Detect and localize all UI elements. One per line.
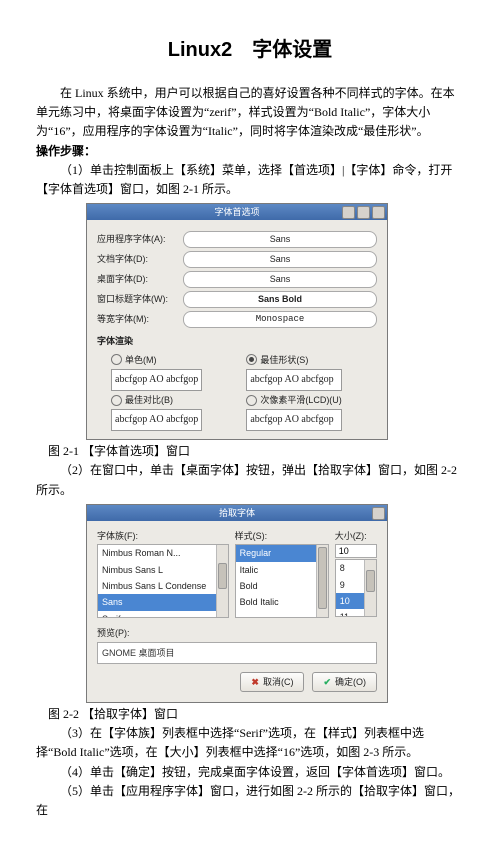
step-5: （5）单击【应用程序字体】窗口，进行如图 2-2 所示的【拾取字体】窗口，在 <box>36 782 464 820</box>
scrollbar[interactable] <box>216 545 228 617</box>
radio-monochrome-label: 单色(M) <box>125 353 157 367</box>
ok-button-label: 确定(O) <box>335 675 366 689</box>
step-2: （2）在窗口中，单击【桌面字体】按钮，弹出【拾取字体】窗口，如图 2-2 所示。 <box>36 461 464 499</box>
radio-subpixel-label: 次像素平滑(LCD)(U) <box>260 393 342 407</box>
step-3: （3）在【字体族】列表框中选择“Serif”选项，在【样式】列表框中选择“Bol… <box>36 724 464 762</box>
cancel-button[interactable]: ✖ 取消(C) <box>240 672 304 692</box>
app-font-label: 应用程序字体(A): <box>97 232 183 246</box>
doc-font-label: 文档字体(D): <box>97 252 183 266</box>
list-item[interactable]: Nimbus Sans L Condense <box>98 578 228 594</box>
window-title: 拾取字体 <box>219 508 255 518</box>
mono-font-label: 等宽字体(M): <box>97 312 183 326</box>
radio-subpixel[interactable]: 次像素平滑(LCD)(U) <box>246 393 342 407</box>
figure-2-2-caption: 图 2-2 【拾取字体】窗口 <box>36 705 464 724</box>
window-title: 字体首选项 <box>214 207 259 217</box>
list-item[interactable]: Regular <box>236 545 328 561</box>
window-titlebar: 拾取字体 <box>87 505 387 521</box>
sample-box: abcfgop AO abcfgop <box>246 369 342 391</box>
desktop-font-label: 桌面字体(D): <box>97 272 183 286</box>
family-listbox[interactable]: Nimbus Roman N... Nimbus Sans L Nimbus S… <box>97 544 229 618</box>
figure-2-1-caption: 图 2-1 【字体首选项】窗口 <box>36 442 464 461</box>
preview-label: 预览(P): <box>97 626 377 640</box>
window-title-font-label: 窗口标题字体(W): <box>97 292 183 306</box>
size-header: 大小(Z): <box>335 529 377 543</box>
radio-best-contrast[interactable]: 最佳对比(B) <box>111 393 202 407</box>
doc-font-button[interactable]: Sans <box>183 251 377 268</box>
radio-best-contrast-label: 最佳对比(B) <box>125 393 173 407</box>
preview-box: GNOME 桌面项目 <box>97 642 377 664</box>
cancel-icon: ✖ <box>251 675 259 689</box>
list-item[interactable]: Italic <box>236 562 328 578</box>
list-item[interactable]: Sans <box>98 594 228 610</box>
step-1: （1）单击控制面板上【系统】菜单，选择【首选项】|【字体】命令，打开【字体首选项… <box>36 161 464 199</box>
radio-best-shapes[interactable]: 最佳形状(S) <box>246 353 342 367</box>
close-icon[interactable] <box>372 507 385 520</box>
close-icon[interactable] <box>372 206 385 219</box>
minimize-icon[interactable] <box>342 206 355 219</box>
scrollbar[interactable] <box>364 560 376 616</box>
family-header: 字体族(F): <box>97 529 229 543</box>
sample-box: abcfgop AO abcfgop <box>111 409 202 431</box>
font-preferences-window: 字体首选项 应用程序字体(A): Sans 文档字体(D): Sans 桌面字体… <box>86 203 388 440</box>
pick-font-window: 拾取字体 字体族(F): Nimbus Roman N... Nimbus Sa… <box>86 504 388 703</box>
window-titlebar: 字体首选项 <box>87 204 387 220</box>
sample-box: abcfgop AO abcfgop <box>111 369 202 391</box>
list-item[interactable]: Bold Italic <box>236 594 328 610</box>
list-item[interactable]: Serif <box>98 611 228 618</box>
mono-font-button[interactable]: Monospace <box>183 311 377 328</box>
steps-header: 操作步骤： <box>36 142 464 161</box>
radio-monochrome[interactable]: 单色(M) <box>111 353 202 367</box>
page-title: Linux2 字体设置 <box>36 34 464 66</box>
list-item[interactable]: Nimbus Sans L <box>98 562 228 578</box>
render-section-header: 字体渲染 <box>97 334 377 348</box>
style-listbox[interactable]: Regular Italic Bold Bold Italic <box>235 544 329 618</box>
maximize-icon[interactable] <box>357 206 370 219</box>
scrollbar[interactable] <box>316 545 328 617</box>
size-input[interactable] <box>335 544 377 558</box>
list-item[interactable]: Nimbus Roman N... <box>98 545 228 561</box>
cancel-button-label: 取消(C) <box>263 675 294 689</box>
sample-box: abcfgop AO abcfgop <box>246 409 342 431</box>
step-4: （4）单击【确定】按钮，完成桌面字体设置，返回【字体首选项】窗口。 <box>36 763 464 782</box>
window-title-font-button[interactable]: Sans Bold <box>183 291 377 308</box>
style-header: 样式(S): <box>235 529 329 543</box>
list-item[interactable]: Bold <box>236 578 328 594</box>
ok-button[interactable]: ✔ 确定(O) <box>312 672 377 692</box>
size-listbox[interactable]: 8 9 10 11 <box>335 559 377 617</box>
app-font-button[interactable]: Sans <box>183 231 377 248</box>
ok-icon: ✔ <box>323 675 331 689</box>
desktop-font-button[interactable]: Sans <box>183 271 377 288</box>
radio-best-shapes-label: 最佳形状(S) <box>260 353 308 367</box>
intro-para: 在 Linux 系统中，用户可以根据自己的喜好设置各种不同样式的字体。在本单元练… <box>36 84 464 142</box>
